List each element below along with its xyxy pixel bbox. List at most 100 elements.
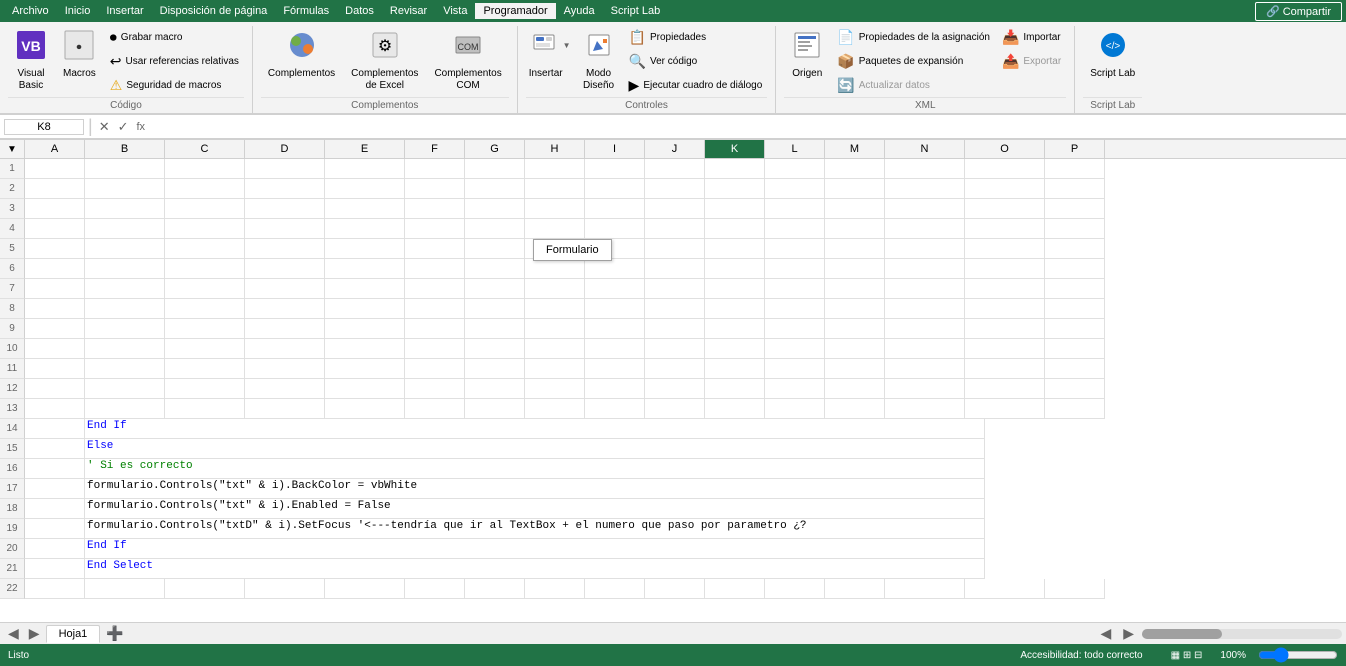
list-item[interactable] [165, 579, 245, 599]
list-item[interactable] [165, 319, 245, 339]
menu-inicio[interactable]: Inicio [57, 3, 99, 19]
list-item[interactable] [25, 279, 85, 299]
list-item[interactable] [765, 239, 825, 259]
list-item[interactable] [245, 179, 325, 199]
list-item[interactable] [765, 219, 825, 239]
list-item[interactable] [645, 299, 705, 319]
list-item[interactable] [765, 359, 825, 379]
macros-button[interactable]: ⏺ Macros [56, 26, 103, 83]
list-item[interactable] [965, 239, 1045, 259]
list-item[interactable] [885, 379, 965, 399]
list-item[interactable] [465, 259, 525, 279]
list-item[interactable] [705, 179, 765, 199]
list-item[interactable] [525, 359, 585, 379]
list-item[interactable] [1045, 219, 1105, 239]
list-item[interactable] [325, 159, 405, 179]
list-item[interactable] [705, 339, 765, 359]
add-sheet-button[interactable]: ➕ [102, 625, 127, 642]
list-item[interactable] [25, 319, 85, 339]
list-item[interactable] [525, 319, 585, 339]
col-header-n[interactable]: N [885, 140, 965, 158]
col-header-o[interactable]: O [965, 140, 1045, 158]
list-item[interactable] [245, 239, 325, 259]
seguridad-button[interactable]: ⚠ Seguridad de macros [105, 74, 244, 97]
scroll-right-button[interactable]: ▶ [1119, 625, 1138, 642]
list-item[interactable] [405, 259, 465, 279]
grid-scroll-container[interactable]: 1234567891011121314 End If15 Else16 ' Si… [0, 159, 1346, 622]
list-item[interactable]: End Select [85, 559, 985, 579]
list-item[interactable] [25, 179, 85, 199]
list-item[interactable] [825, 339, 885, 359]
list-item[interactable] [705, 379, 765, 399]
list-item[interactable] [965, 339, 1045, 359]
list-item[interactable] [465, 219, 525, 239]
formula-input[interactable] [151, 121, 1342, 133]
list-item[interactable] [585, 159, 645, 179]
paquetes-expansion-button[interactable]: 📦 Paquetes de expansión [832, 50, 995, 73]
list-item[interactable] [825, 359, 885, 379]
list-item[interactable] [645, 199, 705, 219]
list-item[interactable] [885, 159, 965, 179]
list-item[interactable] [765, 579, 825, 599]
list-item[interactable] [525, 299, 585, 319]
col-header-c[interactable]: C [165, 140, 245, 158]
list-item[interactable] [165, 159, 245, 179]
list-item[interactable] [465, 199, 525, 219]
col-header-h[interactable]: H [525, 140, 585, 158]
list-item[interactable] [525, 179, 585, 199]
list-item[interactable] [25, 299, 85, 319]
list-item[interactable] [645, 179, 705, 199]
list-item[interactable] [525, 259, 585, 279]
list-item[interactable] [885, 359, 965, 379]
list-item[interactable] [325, 379, 405, 399]
confirm-formula-button[interactable]: ✓ [116, 119, 131, 135]
menu-archivo[interactable]: Archivo [4, 3, 57, 19]
list-item[interactable] [585, 319, 645, 339]
cancel-formula-button[interactable]: ✕ [97, 119, 112, 135]
list-item[interactable] [245, 319, 325, 339]
list-item[interactable] [325, 319, 405, 339]
list-item[interactable] [465, 299, 525, 319]
list-item[interactable] [465, 159, 525, 179]
list-item[interactable] [405, 299, 465, 319]
list-item[interactable] [765, 399, 825, 419]
list-item[interactable] [825, 299, 885, 319]
list-item[interactable] [525, 379, 585, 399]
list-item[interactable] [1045, 199, 1105, 219]
list-item[interactable] [25, 559, 85, 579]
col-header-d[interactable]: D [245, 140, 325, 158]
list-item[interactable] [165, 399, 245, 419]
list-item[interactable] [85, 319, 165, 339]
list-item[interactable] [405, 159, 465, 179]
list-item[interactable] [85, 579, 165, 599]
list-item[interactable] [25, 379, 85, 399]
list-item[interactable] [705, 579, 765, 599]
list-item[interactable]: formulario.Controls("txtD" & i).SetFocus… [85, 519, 985, 539]
list-item[interactable] [1045, 239, 1105, 259]
list-item[interactable]: End If [85, 539, 985, 559]
list-item[interactable] [965, 359, 1045, 379]
menu-revisar[interactable]: Revisar [382, 3, 435, 19]
scriptlab-button[interactable]: </> Script Lab [1083, 26, 1142, 83]
horizontal-scrollbar[interactable] [1142, 629, 1342, 639]
list-item[interactable] [885, 279, 965, 299]
list-item[interactable] [885, 579, 965, 599]
list-item[interactable] [325, 299, 405, 319]
list-item[interactable] [325, 399, 405, 419]
list-item[interactable]: Else [85, 439, 985, 459]
list-item[interactable] [645, 379, 705, 399]
list-item[interactable] [965, 159, 1045, 179]
list-item[interactable] [585, 379, 645, 399]
list-item[interactable] [245, 159, 325, 179]
list-item[interactable] [645, 359, 705, 379]
list-item[interactable] [645, 159, 705, 179]
list-item[interactable] [245, 379, 325, 399]
col-header-f[interactable]: F [405, 140, 465, 158]
list-item[interactable] [325, 199, 405, 219]
col-header-l[interactable]: L [765, 140, 825, 158]
list-item[interactable]: End If [85, 419, 985, 439]
list-item[interactable] [405, 359, 465, 379]
page-layout-icon[interactable]: ⊞ [1183, 650, 1191, 661]
list-item[interactable] [165, 299, 245, 319]
list-item[interactable] [1045, 379, 1105, 399]
